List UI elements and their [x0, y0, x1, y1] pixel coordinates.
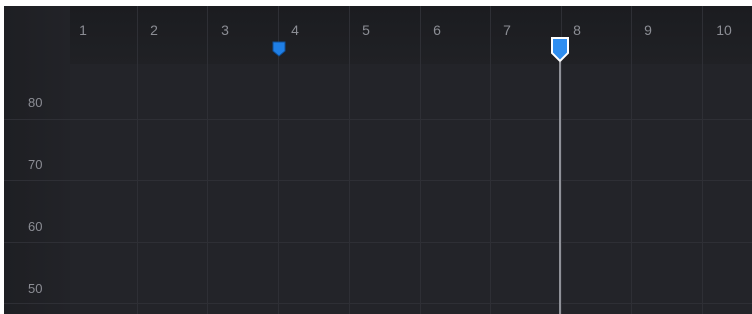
value-tick-label: 80	[28, 95, 43, 110]
playhead-handle-icon	[551, 37, 569, 63]
grid-vertical-line	[631, 6, 632, 314]
value-tick-label: 70	[28, 157, 43, 172]
time-tick-label: 3	[221, 22, 229, 38]
time-ruler[interactable]	[4, 6, 752, 64]
grid-horizontal-line	[4, 303, 752, 304]
grid-horizontal-line	[4, 242, 752, 243]
value-tick-label: 60	[28, 219, 43, 234]
playhead-line[interactable]	[559, 62, 561, 314]
grid-vertical-line	[137, 6, 138, 314]
grid-vertical-line	[420, 6, 421, 314]
keyframe-marker-icon	[272, 41, 286, 57]
grid-vertical-line	[490, 6, 491, 314]
value-tick-label: 50	[28, 281, 43, 296]
time-tick-label: 4	[291, 22, 299, 38]
time-tick-label: 6	[433, 22, 441, 38]
grid-vertical-line	[207, 6, 208, 314]
time-tick-label: 9	[644, 22, 652, 38]
time-tick-label: 5	[362, 22, 370, 38]
time-tick-label: 7	[503, 22, 511, 38]
time-tick-label: 2	[150, 22, 158, 38]
time-tick-label: 8	[573, 22, 581, 38]
grid-horizontal-line	[4, 119, 752, 120]
time-tick-label: 10	[716, 22, 732, 38]
grid-horizontal-line	[4, 180, 752, 181]
time-tick-label: 1	[79, 22, 87, 38]
grid-vertical-line	[349, 6, 350, 314]
timeline-graph-panel[interactable]: 1 2 3 4 5 6 7 8 9 10 80 70 60 50	[4, 6, 752, 314]
playhead-handle[interactable]	[550, 37, 570, 63]
grid-vertical-line	[702, 6, 703, 314]
keyframe-marker[interactable]	[271, 41, 287, 57]
